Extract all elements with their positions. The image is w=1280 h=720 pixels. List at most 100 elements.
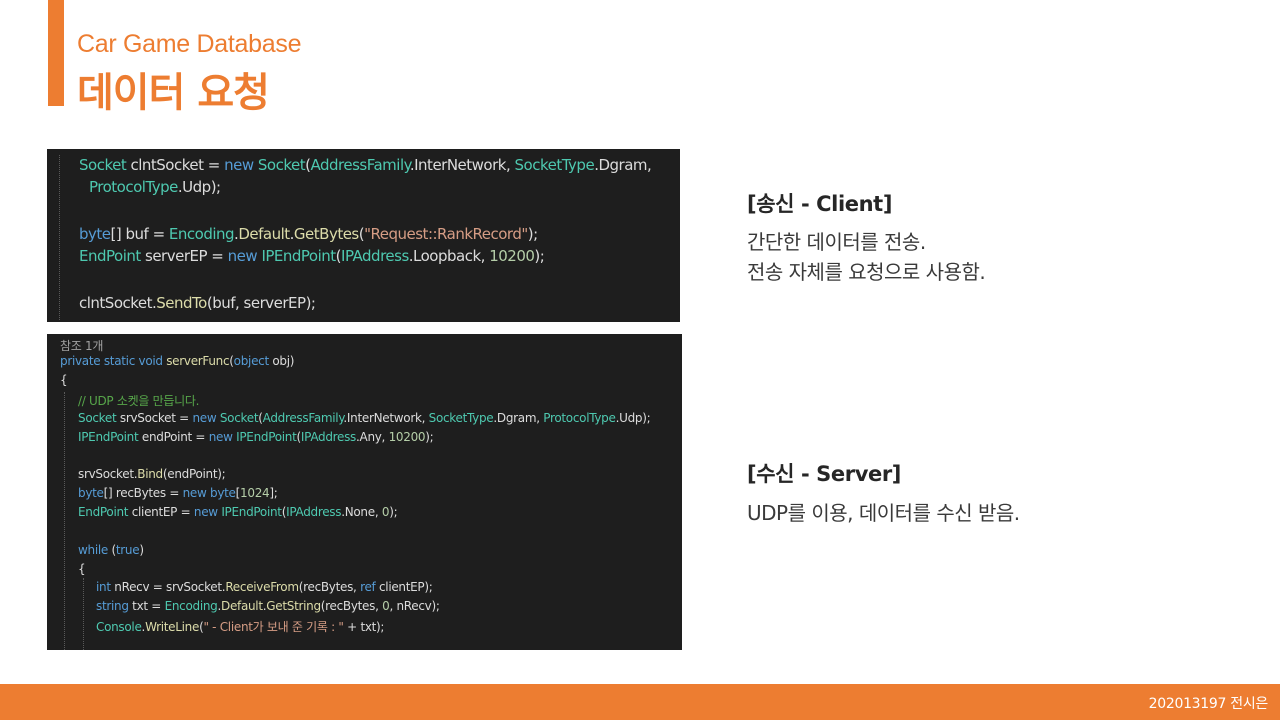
- code-token: 10200: [489, 247, 535, 265]
- client-section-text: 간단한 데이터를 전송. 전송 자체를 요청으로 사용함.: [747, 227, 986, 287]
- code-token: new: [192, 411, 217, 425]
- code-token: clntSocket =: [126, 156, 225, 174]
- code-token: serverEP =: [140, 247, 228, 265]
- code-token: EndPoint: [78, 505, 129, 519]
- code-line: EndPoint clientEP = new IPEndPoint(IPAdd…: [78, 505, 398, 519]
- code-token: {: [78, 562, 86, 576]
- code-token: .None,: [341, 505, 382, 519]
- slide-subtitle: Car Game Database: [77, 30, 302, 58]
- reference-count-label: 참조 1개: [60, 339, 104, 353]
- code-token: new: [193, 505, 218, 519]
- code-token: 1024: [240, 486, 270, 500]
- indent-guide: [64, 392, 65, 650]
- code-line: srvSocket.Bind(endPoint);: [78, 467, 226, 481]
- code-token: void: [138, 354, 164, 368]
- code-token: byte: [79, 225, 111, 243]
- code-token: Console: [96, 620, 142, 634]
- code-token: GetString: [266, 599, 321, 613]
- code-token: ref: [360, 580, 376, 594]
- code-token: object: [233, 354, 269, 368]
- code-line: Socket srvSocket = new Socket(AddressFam…: [78, 411, 651, 425]
- server-section-text: UDP를 이용, 데이터를 수신 받음.: [747, 498, 1020, 528]
- title-accent-bar: [48, 0, 64, 106]
- code-line: byte[] recBytes = new byte[1024];: [78, 486, 278, 500]
- client-section-heading: [송신 - Client]: [747, 192, 893, 216]
- code-token: ProtocolType: [543, 411, 616, 425]
- code-token: .InterNetwork,: [343, 411, 429, 425]
- code-token: serverFunc: [166, 354, 230, 368]
- server-description-line: UDP를 이용, 데이터를 수신 받음.: [747, 501, 1020, 525]
- code-token: ProtocolType: [89, 178, 178, 196]
- client-description-line: 간단한 데이터를 전송.: [747, 230, 926, 254]
- code-token: );: [389, 505, 398, 519]
- code-token: " - Client가 보내 준 기록 : ": [203, 620, 344, 634]
- code-token: [] buf =: [110, 225, 169, 243]
- server-code-block: 참조 1개 private static void serverFunc ( obj…: [47, 334, 682, 650]
- code-token: SendTo: [156, 294, 207, 312]
- code-token: );: [534, 247, 545, 265]
- code-line: Socket clntSocket = new Socket(AddressFa…: [79, 156, 652, 174]
- code-line: clntSocket.SendTo(buf, serverEP);: [79, 294, 316, 312]
- code-line: ProtocolType.Udp);: [89, 178, 221, 196]
- code-token: ReceiveFrom: [225, 580, 299, 594]
- code-token: [] recBytes =: [103, 486, 183, 500]
- code-token: IPEndPoint: [261, 247, 336, 265]
- code-token: (buf, serverEP);: [206, 294, 316, 312]
- code-token: Default: [238, 225, 290, 243]
- code-token: IPAddress: [300, 430, 357, 444]
- code-line: // UDP 소켓을 만듭니다.: [78, 392, 199, 409]
- code-token: true: [115, 543, 140, 557]
- code-token: .Dgram,: [493, 411, 544, 425]
- code-token: SocketType: [428, 411, 494, 425]
- code-line: {: [60, 373, 68, 387]
- code-token: SocketType: [514, 156, 595, 174]
- code-line: int nRecv = srvSocket.ReceiveFrom(recByt…: [96, 580, 433, 594]
- code-token: int: [96, 580, 111, 594]
- code-line: EndPoint serverEP = new IPEndPoint(IPAdd…: [79, 247, 545, 265]
- code-token: Socket: [257, 156, 306, 174]
- code-token: IPAddress: [286, 505, 342, 519]
- code-token: ];: [269, 486, 278, 500]
- code-line: while (true): [78, 543, 144, 557]
- code-line: Console.WriteLine(" - Client가 보내 준 기록 : …: [96, 618, 384, 635]
- code-token: EndPoint: [79, 247, 141, 265]
- code-token: (endPoint);: [162, 467, 226, 481]
- code-token: GetBytes: [293, 225, 359, 243]
- code-token: (: [107, 543, 116, 557]
- code-token: );: [425, 430, 434, 444]
- code-token: "Request::RankRecord": [364, 225, 528, 243]
- code-token: clientEP =: [128, 505, 194, 519]
- indent-guide: [83, 578, 84, 650]
- code-token: Socket: [79, 156, 127, 174]
- code-token: Encoding: [168, 225, 235, 243]
- code-token: clientEP);: [375, 580, 433, 594]
- code-token: 10200: [388, 430, 426, 444]
- code-token: txt =: [128, 599, 165, 613]
- code-token: .Udp);: [615, 411, 651, 425]
- code-token: (recBytes,: [298, 580, 361, 594]
- code-token: byte: [78, 486, 104, 500]
- code-token: Bind: [137, 467, 163, 481]
- code-token: IPAddress: [341, 247, 409, 265]
- code-token: + txt);: [343, 620, 385, 634]
- code-token: ): [139, 543, 144, 557]
- code-token: private: [60, 354, 101, 368]
- server-section-heading: [수신 - Server]: [747, 462, 901, 486]
- code-token: srvSocket =: [116, 411, 193, 425]
- client-description-line: 전송 자체를 요청으로 사용함.: [747, 260, 986, 284]
- code-token: AddressFamily: [310, 156, 410, 174]
- code-token: IPEndPoint: [221, 505, 282, 519]
- footer-author: 202013197 전시은: [1148, 696, 1269, 712]
- code-token: IPEndPoint: [236, 430, 297, 444]
- code-token: Socket: [219, 411, 259, 425]
- code-token: (recBytes,: [320, 599, 383, 613]
- code-token: static: [103, 354, 135, 368]
- code-token: clntSocket.: [79, 294, 157, 312]
- indent-guide: [59, 155, 60, 320]
- code-token: byte: [210, 486, 236, 500]
- code-line: {: [78, 562, 86, 576]
- code-token: .Loopback,: [408, 247, 490, 265]
- code-token: Encoding: [164, 599, 218, 613]
- code-token: string: [96, 599, 129, 613]
- code-token: Socket: [78, 411, 117, 425]
